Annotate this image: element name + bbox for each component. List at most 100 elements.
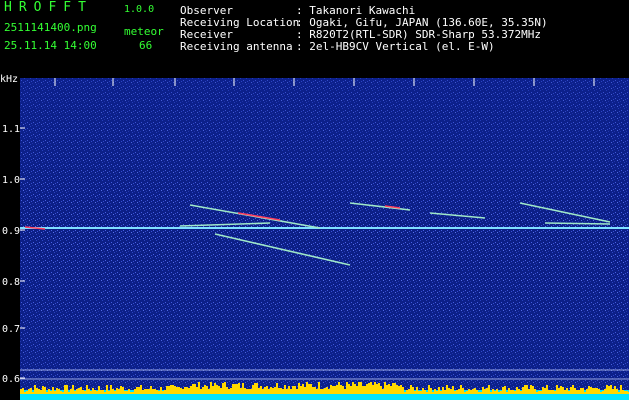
level-peak <box>244 388 246 394</box>
level-peak <box>478 392 480 394</box>
level-peak <box>394 383 396 394</box>
level-peak <box>378 383 380 394</box>
level-peak <box>56 388 58 394</box>
y-tick-label: 0.9 <box>2 226 21 237</box>
spectrogram-panel <box>20 78 629 400</box>
level-peak <box>404 392 406 394</box>
level-peak <box>354 384 356 394</box>
level-peak <box>146 389 148 394</box>
level-peak <box>544 388 546 394</box>
level-peak <box>352 382 354 394</box>
level-peak <box>554 391 556 394</box>
level-peak <box>192 384 194 394</box>
date-time: 25.11.14 14:00 <box>4 39 97 52</box>
level-peak <box>50 391 52 394</box>
level-peak <box>408 389 410 394</box>
level-peak <box>274 387 276 394</box>
level-peak <box>594 388 596 394</box>
y-tick-label: 0.8 <box>2 277 21 288</box>
level-peak <box>598 389 600 394</box>
level-peak <box>200 389 202 394</box>
level-peak <box>196 387 198 394</box>
level-peak <box>508 388 510 394</box>
level-peak <box>584 392 586 394</box>
level-peak <box>338 382 340 394</box>
level-peak <box>108 391 110 394</box>
level-peak <box>396 385 398 394</box>
level-peak <box>624 391 626 394</box>
file-name: 2511141400.png <box>4 21 97 34</box>
level-peak <box>298 383 300 394</box>
level-peak <box>562 387 564 394</box>
level-peak <box>188 388 190 394</box>
level-peak <box>606 385 608 394</box>
y-tick-label: 0.7 <box>2 324 21 335</box>
level-peak <box>348 384 350 394</box>
level-peak <box>320 389 322 394</box>
level-peak <box>84 391 86 394</box>
level-peak <box>398 386 400 394</box>
level-peak <box>370 382 372 394</box>
level-peak <box>28 389 30 394</box>
level-peak <box>34 385 36 394</box>
level-peak <box>560 386 562 394</box>
level-peak <box>240 388 242 394</box>
level-peak <box>476 390 478 394</box>
level-peak <box>170 385 172 394</box>
level-peak <box>434 389 436 394</box>
level-peak <box>614 386 616 394</box>
level-peak <box>344 389 346 394</box>
level-peak <box>226 387 228 394</box>
level-peak <box>416 387 418 394</box>
level-peak <box>140 385 142 394</box>
level-peak <box>374 382 376 394</box>
header-panel: HROFFT 1.0.0 2511141400.png meteor 25.11… <box>0 0 629 78</box>
level-peak <box>380 386 382 394</box>
level-peak <box>24 392 26 394</box>
level-peak <box>272 388 274 394</box>
level-peak <box>334 386 336 394</box>
level-peak <box>124 391 126 394</box>
level-peak <box>612 389 614 394</box>
level-peak <box>430 388 432 394</box>
level-peak <box>588 386 590 394</box>
level-peak <box>542 387 544 394</box>
level-peak <box>90 391 92 394</box>
level-peak <box>520 391 522 394</box>
level-peak <box>180 388 182 394</box>
level-peak <box>106 385 108 394</box>
level-peak <box>460 385 462 394</box>
level-peak <box>88 389 90 394</box>
level-peak <box>422 388 424 394</box>
level-peak <box>292 386 294 394</box>
level-peak <box>284 385 286 394</box>
level-peak <box>610 385 612 394</box>
level-peak <box>110 385 112 394</box>
level-peak <box>168 386 170 394</box>
level-peak <box>382 389 384 394</box>
level-peak <box>20 389 22 394</box>
level-peak <box>236 384 238 394</box>
y-tick-label: 0.6 <box>2 374 21 385</box>
level-peak <box>454 391 456 394</box>
level-peak <box>104 392 106 394</box>
level-peak <box>48 389 50 394</box>
level-peak <box>392 383 394 394</box>
level-peak <box>466 391 468 394</box>
level-peak <box>254 383 256 394</box>
level-peak <box>276 383 278 394</box>
level-peak <box>42 386 44 394</box>
level-peak <box>470 390 472 394</box>
level-peak <box>46 392 48 394</box>
level-peak <box>514 391 516 394</box>
level-peak <box>332 386 334 394</box>
level-peak <box>484 389 486 394</box>
level-peak <box>568 391 570 394</box>
level-peak <box>480 392 482 394</box>
level-peak <box>312 387 314 394</box>
level-peak <box>76 389 78 394</box>
level-peak <box>26 391 28 394</box>
level-peak <box>238 383 240 394</box>
level-peak <box>510 390 512 394</box>
level-peak <box>462 388 464 394</box>
